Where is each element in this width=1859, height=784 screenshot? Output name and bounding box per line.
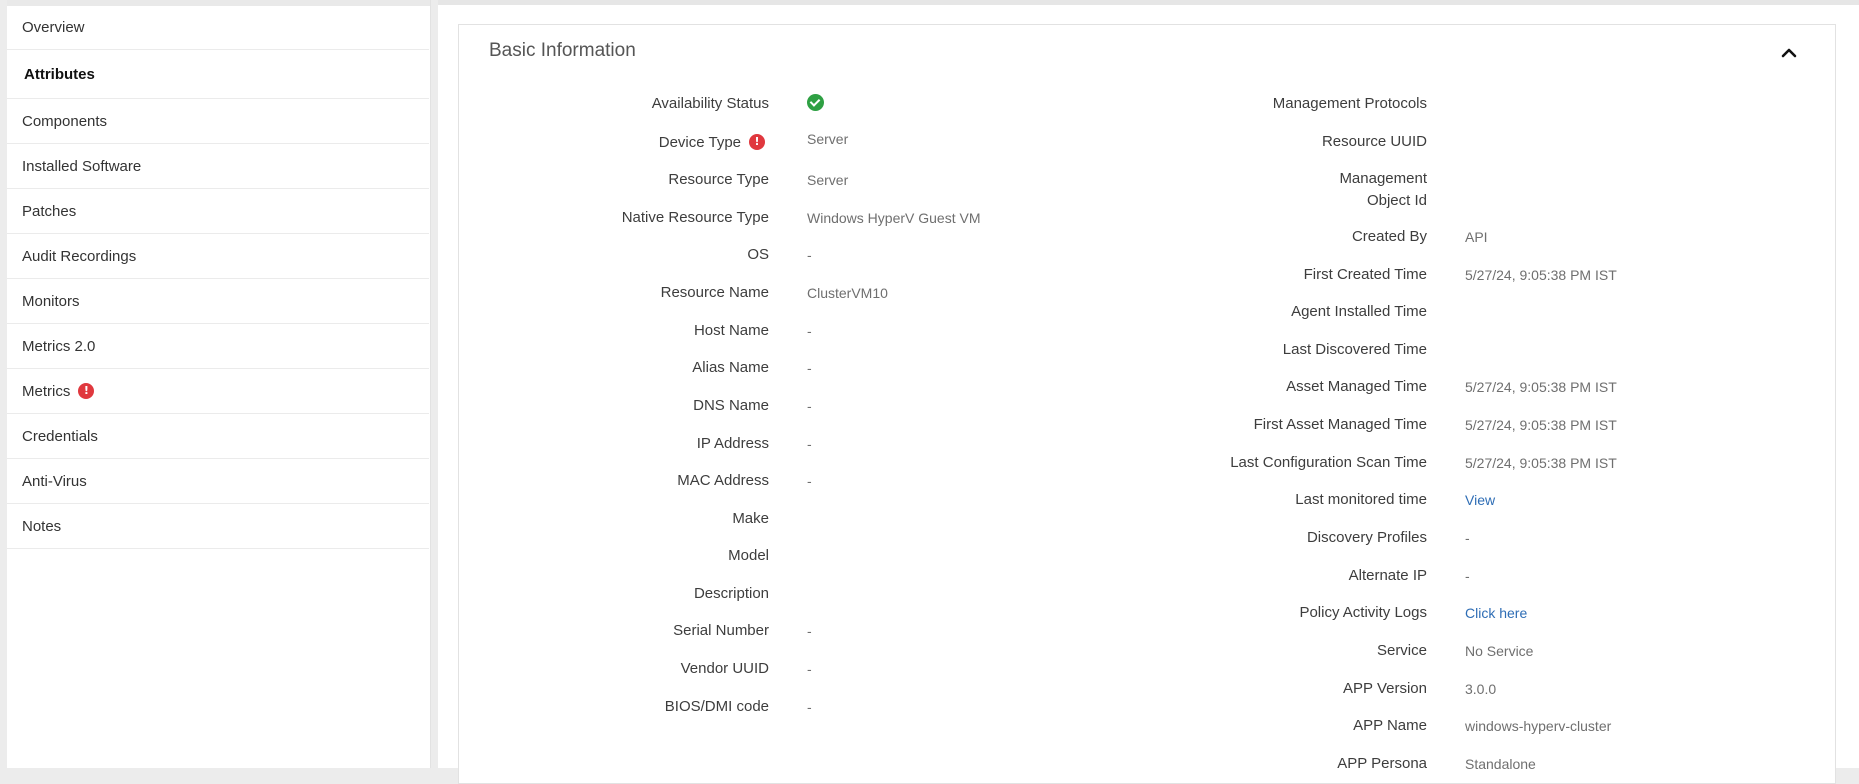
- click-here-link[interactable]: Click here: [1465, 602, 1527, 624]
- sidebar-item-attributes[interactable]: Attributes: [7, 50, 429, 99]
- field-first-asset-managed-time: First Asset Managed Time: [459, 414, 1427, 436]
- field-label: Management Protocols: [1272, 95, 1427, 112]
- sidebar-item-label: Metrics 2.0: [22, 337, 96, 355]
- field-label: First Asset Managed Time: [1253, 416, 1427, 433]
- field-app-version: APP Version: [459, 678, 1427, 700]
- field-label: Last monitored time: [1295, 491, 1427, 508]
- field-label: APP Version: [1343, 680, 1427, 697]
- field-agent-installed-time: Agent Installed Time: [459, 301, 1427, 323]
- field-label: First Created Time: [1303, 266, 1427, 283]
- sidebar-item-label: Overview: [22, 19, 85, 36]
- field-asset-managed-time: Asset Managed Time: [459, 376, 1427, 398]
- field-value: 3.0.0: [1465, 681, 1497, 697]
- field-value: No Service: [1465, 643, 1534, 659]
- basic-information-card: Basic Information Availability Status De…: [458, 24, 1836, 784]
- field-last-configuration-scan-time: Last Configuration Scan Time: [459, 452, 1427, 474]
- sidebar-item-label: Installed Software: [22, 157, 142, 175]
- sidebar-item-label: Components: [22, 112, 108, 130]
- field-first-created-time: First Created Time: [459, 264, 1427, 286]
- field-last-monitored-time: Last monitored time: [459, 489, 1427, 511]
- sidebar: Overview Attributes Components Installed…: [7, 0, 431, 768]
- field-label: Asset Managed Time: [1286, 378, 1427, 395]
- field-value: windows-hyperv-cluster: [1465, 718, 1612, 734]
- sidebar-item-overview[interactable]: Overview: [7, 6, 429, 50]
- sidebar-item-notes[interactable]: Notes: [7, 504, 429, 549]
- sidebar-item-patches[interactable]: Patches: [7, 189, 429, 234]
- field-label: Service: [1376, 642, 1427, 659]
- field-label: Agent Installed Time: [1291, 303, 1427, 320]
- field-discovery-profiles: Discovery Profiles: [459, 527, 1427, 549]
- sidebar-item-label: Attributes: [24, 65, 95, 83]
- view-link[interactable]: View: [1465, 489, 1495, 511]
- sidebar-item-label: Audit Recordings: [22, 247, 137, 265]
- field-value: Standalone: [1465, 756, 1536, 772]
- field-label: Object Id: [1366, 192, 1427, 209]
- field-alternate-ip: Alternate IP: [459, 565, 1427, 587]
- sidebar-item-audit-recordings[interactable]: Audit Recordings: [7, 234, 429, 279]
- field-value: API: [1465, 229, 1488, 245]
- field-label: Alternate IP: [1348, 567, 1427, 584]
- field-management-object-id: Management Object Id: [459, 168, 1427, 212]
- field-app-persona: APP Persona: [459, 753, 1427, 775]
- field-value: 5/27/24, 9:05:38 PM IST: [1465, 417, 1617, 433]
- field-management-protocols: Management Protocols: [459, 93, 1427, 115]
- field-label: Last Configuration Scan Time: [1230, 454, 1427, 471]
- field-label: Created By: [1351, 228, 1427, 245]
- field-value: 5/27/24, 9:05:38 PM IST: [1465, 379, 1617, 395]
- field-label: Resource UUID: [1321, 133, 1427, 150]
- main-content: Basic Information Availability Status De…: [438, 0, 1859, 784]
- sidebar-item-label: Anti-Virus: [22, 472, 87, 490]
- field-value: 5/27/24, 9:05:38 PM IST: [1465, 267, 1617, 283]
- sidebar-item-label: Monitors: [22, 292, 80, 310]
- sidebar-item-credentials[interactable]: Credentials: [7, 414, 429, 459]
- field-app-name: APP Name: [459, 715, 1427, 737]
- field-resource-uuid: Resource UUID: [459, 131, 1427, 153]
- field-label: Last Discovered Time: [1282, 341, 1427, 358]
- field-label: Discovery Profiles: [1306, 529, 1427, 546]
- field-created-by: Created By: [459, 226, 1427, 248]
- sidebar-item-label: Metrics: [22, 382, 71, 400]
- field-label: Policy Activity Logs: [1299, 604, 1427, 621]
- sidebar-item-metrics[interactable]: Metrics!: [7, 369, 429, 414]
- field-last-discovered-time: Last Discovered Time: [459, 339, 1427, 361]
- sidebar-item-anti-virus[interactable]: Anti-Virus: [7, 459, 429, 504]
- sidebar-nav: Overview Attributes Components Installed…: [7, 6, 429, 549]
- field-policy-activity-logs: Policy Activity Logs: [459, 602, 1427, 624]
- field-label: APP Name: [1353, 717, 1427, 734]
- main-top-bar: [438, 0, 1859, 5]
- alert-icon: !: [78, 383, 95, 399]
- sidebar-item-installed-software[interactable]: Installed Software: [7, 144, 429, 189]
- field-service: Service: [459, 640, 1427, 662]
- field-label: APP Persona: [1337, 755, 1427, 772]
- field-value: -: [1465, 568, 1470, 584]
- card-title: Basic Information: [489, 40, 636, 61]
- sidebar-item-label: Patches: [22, 202, 77, 220]
- field-value: -: [1465, 530, 1470, 546]
- field-value: 5/27/24, 9:05:38 PM IST: [1465, 455, 1617, 471]
- sidebar-item-components[interactable]: Components: [7, 99, 429, 144]
- sidebar-item-label: Notes: [22, 517, 62, 535]
- sidebar-item-monitors[interactable]: Monitors: [7, 279, 429, 324]
- sidebar-item-metrics-2[interactable]: Metrics 2.0: [7, 324, 429, 369]
- chevron-up-icon[interactable]: [1781, 45, 1797, 61]
- sidebar-item-label: Credentials: [22, 427, 98, 445]
- field-label: Management: [1339, 170, 1427, 187]
